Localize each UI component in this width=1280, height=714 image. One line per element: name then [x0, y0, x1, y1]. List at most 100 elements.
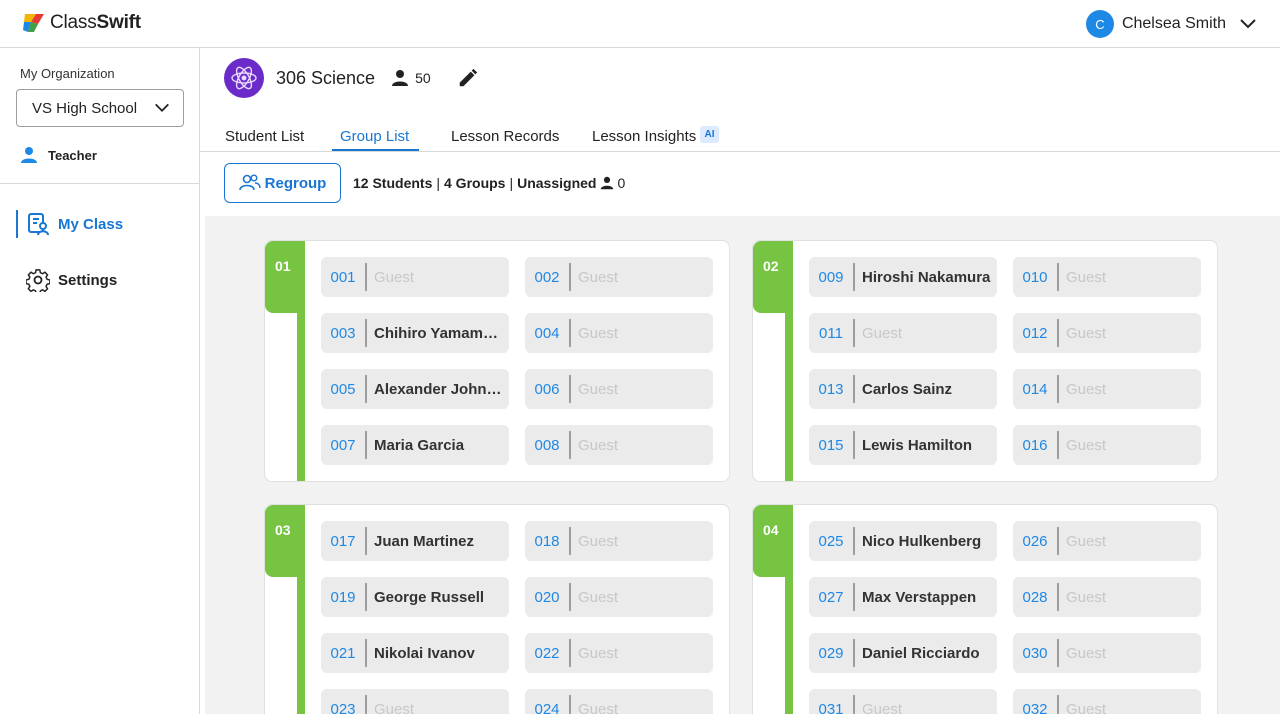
student-seat[interactable]: 018 Guest	[525, 521, 713, 561]
student-seat[interactable]: 027 Max Verstappen	[809, 577, 997, 617]
student-seat[interactable]: 026 Guest	[1013, 521, 1201, 561]
seat-divider	[365, 695, 367, 714]
sidebar-divider	[0, 183, 199, 184]
class-tabs: Student List Group List Lesson Records L…	[224, 122, 1280, 152]
student-seat[interactable]: 024 Guest	[525, 689, 713, 714]
student-seat[interactable]: 021 Nikolai Ivanov	[321, 633, 509, 673]
sidebar: My Organization VS High School Teacher M…	[0, 48, 200, 714]
student-seat[interactable]: 009 Hiroshi Nakamura	[809, 257, 997, 297]
student-seat[interactable]: 003 Chihiro Yamamoto	[321, 313, 509, 353]
student-seat[interactable]: 012 Guest	[1013, 313, 1201, 353]
student-seat[interactable]: 001 Guest	[321, 257, 509, 297]
sidebar-item-my-class[interactable]: My Class	[16, 210, 123, 238]
chevron-down-icon[interactable]	[1238, 14, 1258, 34]
student-name: Nikolai Ivanov	[374, 644, 475, 662]
group-list-area: 01 001 Guest 002 Guest 003 Chihiro Yamamoto 004…	[205, 216, 1280, 714]
brand-name: ClassSwift	[50, 12, 141, 33]
sidebar-item-settings[interactable]: Settings	[16, 266, 117, 294]
sidebar-item-label: Settings	[58, 271, 118, 289]
student-name: Guest	[1066, 588, 1107, 606]
class-roster-icon	[28, 213, 49, 236]
seat-divider	[853, 263, 855, 291]
seat-divider	[1057, 319, 1059, 347]
regroup-button[interactable]: Regroup	[224, 163, 341, 203]
chevron-down-icon	[155, 103, 169, 112]
seat-divider	[569, 263, 571, 291]
seat-divider	[1057, 695, 1059, 714]
seat-number: 030	[1022, 644, 1048, 662]
student-seat[interactable]: 028 Guest	[1013, 577, 1201, 617]
student-seat[interactable]: 031 Guest	[809, 689, 997, 714]
student-name: Guest	[1066, 644, 1107, 662]
seat-divider	[853, 431, 855, 459]
student-seat[interactable]: 020 Guest	[525, 577, 713, 617]
student-seat[interactable]: 032 Guest	[1013, 689, 1201, 714]
seat-number: 032	[1022, 700, 1048, 714]
organization-select[interactable]: VS High School	[16, 89, 184, 127]
student-name: Nico Hulkenberg	[862, 532, 982, 550]
tab-group-list[interactable]: Group List	[340, 128, 409, 145]
seat-number: 024	[534, 700, 560, 714]
student-seat[interactable]: 013 Carlos Sainz	[809, 369, 997, 409]
seat-divider	[569, 319, 571, 347]
student-seat[interactable]: 015 Lewis Hamilton	[809, 425, 997, 465]
student-seat[interactable]: 025 Nico Hulkenberg	[809, 521, 997, 561]
student-seat[interactable]: 005 Alexander Johnson	[321, 369, 509, 409]
group-number-label: 03	[265, 505, 305, 577]
student-count: 12 Students	[353, 175, 433, 191]
classswift-logo[interactable]: ClassSwift	[22, 12, 141, 34]
group-toolbar: Regroup 12 Students | 4 Groups | Unassig…	[224, 163, 625, 203]
student-seat[interactable]: 022 Guest	[525, 633, 713, 673]
seat-number: 012	[1022, 324, 1048, 342]
student-name: Carlos Sainz	[862, 380, 953, 398]
student-name: Guest	[1066, 532, 1107, 550]
student-name: Guest	[1066, 268, 1107, 286]
student-name: Guest	[578, 588, 619, 606]
seat-divider	[365, 583, 367, 611]
person-icon	[601, 176, 614, 190]
seat-divider	[569, 375, 571, 403]
group-card: 02 009 Hiroshi Nakamura 010 Guest 011 Guest 012…	[752, 240, 1218, 482]
student-name: Guest	[374, 700, 415, 714]
student-seat[interactable]: 029 Daniel Ricciardo	[809, 633, 997, 673]
student-seat[interactable]: 007 Maria Garcia	[321, 425, 509, 465]
student-seat[interactable]: 017 Juan Martinez	[321, 521, 509, 561]
student-seat[interactable]: 011 Guest	[809, 313, 997, 353]
person-icon	[392, 70, 409, 86]
seat-divider	[1057, 431, 1059, 459]
seat-number: 023	[330, 700, 356, 714]
student-name: Guest	[578, 700, 619, 714]
seat-divider	[569, 431, 571, 459]
tab-student-list[interactable]: Student List	[225, 128, 304, 145]
seat-divider	[569, 639, 571, 667]
seat-number: 019	[330, 588, 356, 606]
gear-icon	[26, 269, 50, 292]
student-seat[interactable]: 014 Guest	[1013, 369, 1201, 409]
student-seat[interactable]: 004 Guest	[525, 313, 713, 353]
seat-number: 017	[330, 532, 356, 550]
group-number-label: 02	[753, 241, 793, 313]
seat-number: 013	[818, 380, 844, 398]
student-seat[interactable]: 002 Guest	[525, 257, 713, 297]
class-title: 306 Science	[276, 67, 376, 88]
tab-lesson-insights[interactable]: Lesson Insights	[592, 128, 696, 145]
student-seat[interactable]: 010 Guest	[1013, 257, 1201, 297]
user-menu[interactable]: C Chelsea Smith	[1085, 10, 1258, 38]
student-seat[interactable]: 023 Guest	[321, 689, 509, 714]
student-seat[interactable]: 030 Guest	[1013, 633, 1201, 673]
seat-number: 014	[1022, 380, 1048, 398]
student-seat[interactable]: 016 Guest	[1013, 425, 1201, 465]
group-number-label: 04	[753, 505, 793, 577]
seat-number: 027	[818, 588, 844, 606]
seat-number: 015	[818, 436, 844, 454]
sidebar-item-label: My Class	[58, 215, 124, 233]
tab-lesson-records[interactable]: Lesson Records	[451, 128, 559, 145]
edit-pencil-icon[interactable]	[457, 67, 479, 89]
seat-divider	[1057, 263, 1059, 291]
seat-number: 010	[1022, 268, 1048, 286]
student-seat[interactable]: 019 George Russell	[321, 577, 509, 617]
classswift-logo-icon	[23, 14, 44, 32]
student-seat[interactable]: 008 Guest	[525, 425, 713, 465]
student-name: Guest	[1066, 700, 1107, 714]
student-seat[interactable]: 006 Guest	[525, 369, 713, 409]
